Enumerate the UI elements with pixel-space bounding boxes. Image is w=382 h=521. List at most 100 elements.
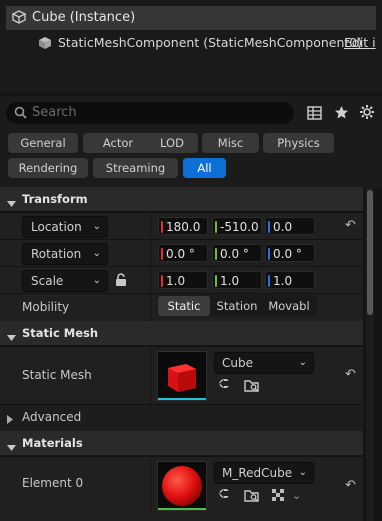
static-mesh-asset-dropdown[interactable]: Cube ⌄ [214,352,314,374]
edit-link[interactable]: Edit i [344,35,376,50]
texture-checker-icon[interactable] [272,489,286,506]
location-x-field[interactable]: 180.0 [158,217,208,235]
filter-all[interactable]: All [183,158,226,178]
rotation-label: Rotation [31,247,82,261]
material-element-row: Element 0 M_RedCube ⌄ ⮈ ⌄ ↶ [0,456,363,515]
rotation-x-field[interactable]: 0.0 ° [158,244,208,262]
static-mesh-row: Static Mesh Cube ⌄ ⮈ ↶ [0,346,363,405]
tree-item-root[interactable]: Cube (Instance) [6,6,376,30]
search-input[interactable]: Search [6,102,294,124]
chevron-down-icon: ⌄ [298,357,307,368]
location-z-value: 0.0 [273,220,293,234]
chevron-down-icon: ⌄ [92,248,101,259]
y-axis-marker [215,221,217,233]
z-axis-marker [268,221,270,233]
red-sphere-preview [162,466,202,506]
use-selected-arrow-icon[interactable]: ⮈ [219,487,229,502]
materials-title: Materials [22,436,83,450]
search-icon [14,106,27,122]
rotation-z-field[interactable]: 0.0 ° [265,244,315,262]
component-tree: Cube (Instance) StaticMeshComponent (Sta… [0,0,382,92]
scale-z-field[interactable]: 1.0 [265,271,315,289]
reset-arrow-icon[interactable]: ↶ [345,367,356,382]
static-mesh-icon [38,36,52,53]
static-mesh-label: Static Mesh [22,368,92,382]
filter-general[interactable]: General [8,133,78,153]
material-thumbnail[interactable] [157,461,207,511]
static-mesh-section-header[interactable]: Static Mesh [0,321,363,345]
x-axis-marker [161,275,163,287]
static-mesh-thumbnail[interactable] [157,351,207,401]
browse-asset-icon[interactable] [244,489,260,506]
location-z-field[interactable]: 0.0 [265,217,315,235]
scale-y-field[interactable]: 1.0 [212,271,262,289]
mobility-label: Mobility [22,300,70,314]
table-view-icon[interactable] [307,106,322,123]
x-axis-marker [161,221,163,233]
location-y-field[interactable]: -510.0 [212,217,262,235]
material-type-underline [158,508,206,510]
z-axis-marker [268,275,270,287]
x-axis-marker [161,248,163,260]
column-divider [150,213,151,240]
scrollbar-thumb[interactable] [367,190,373,315]
filter-lod[interactable]: LOD [146,133,198,153]
element-0-label: Element 0 [22,476,84,490]
location-row: Location ⌄ 180.0 -510.0 0.0 ↶ [0,212,363,240]
static-mesh-title: Static Mesh [22,326,99,340]
filter-misc[interactable]: Misc [202,133,259,153]
transform-title: Transform [22,192,88,206]
expand-arrow-icon [7,413,13,427]
search-placeholder: Search [32,105,77,120]
material-asset-dropdown[interactable]: M_RedCube ⌄ [214,462,314,484]
chevron-down-icon: ⌄ [92,275,101,286]
column-divider [150,347,151,405]
browse-asset-icon[interactable] [244,379,260,396]
rotation-y-field[interactable]: 0.0 ° [212,244,262,262]
location-label: Location [31,220,82,234]
advanced-label: Advanced [22,410,82,424]
materials-section-header[interactable]: Materials [0,431,363,455]
filter-actor[interactable]: Actor [83,133,153,153]
scale-x-field[interactable]: 1.0 [158,271,208,289]
reset-arrow-icon[interactable]: ↶ [345,478,356,493]
collapse-arrow-icon [7,196,16,210]
mobility-movable-option[interactable]: Movabl [264,296,314,316]
mobility-static-option[interactable]: Static [158,296,210,316]
rotation-dropdown[interactable]: Rotation ⌄ [22,243,108,265]
red-cube-preview [168,364,196,392]
scale-label: Scale [31,274,64,288]
location-dropdown[interactable]: Location ⌄ [22,216,108,238]
reset-arrow-icon[interactable]: ↶ [345,218,356,233]
filter-physics[interactable]: Physics [263,133,334,153]
material-asset-name: M_RedCube [222,466,293,480]
column-divider [150,267,151,294]
chevron-down-icon: ⌄ [92,221,101,232]
scale-z-value: 1.0 [273,274,293,288]
tree-root-label: Cube (Instance) [32,10,136,25]
use-selected-arrow-icon[interactable]: ⮈ [219,377,229,392]
y-axis-marker [215,275,217,287]
unlocked-padlock-icon[interactable] [115,273,127,290]
scale-dropdown[interactable]: Scale ⌄ [22,270,108,292]
rotation-x-value: 0.0 ° [166,247,195,261]
rotation-y-value: 0.0 ° [220,247,249,261]
favorites-star-icon[interactable] [334,105,349,123]
scale-x-value: 1.0 [166,274,186,288]
mesh-type-underline [158,398,206,400]
mobility-stationary-option[interactable]: Station [212,296,262,316]
chevron-down-icon: ⌄ [298,467,307,478]
column-divider [150,457,151,515]
rotation-row: Rotation ⌄ 0.0 ° 0.0 ° 0.0 ° [0,239,363,267]
advanced-row[interactable]: Advanced [0,404,363,431]
scale-y-value: 1.0 [220,274,240,288]
static-mesh-asset-name: Cube [222,356,253,370]
filter-streaming[interactable]: Streaming [93,158,178,178]
tree-component-label: StaticMeshComponent (StaticMeshComponent… [58,35,363,50]
chevron-down-icon[interactable]: ⌄ [292,489,301,502]
location-y-value: -510.0 [220,220,259,234]
transform-section-header[interactable]: Transform [0,187,363,211]
location-x-value: 180.0 [166,220,201,234]
settings-gear-icon[interactable] [359,104,375,123]
filter-rendering[interactable]: Rendering [8,158,88,178]
